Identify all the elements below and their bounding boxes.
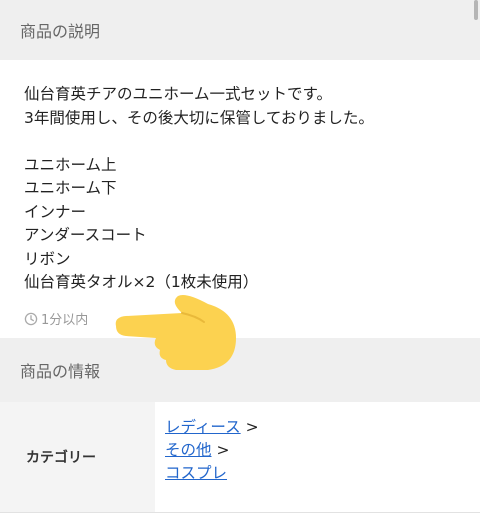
clock-icon xyxy=(24,312,38,326)
description-section-title: 商品の説明 xyxy=(20,22,101,41)
description-line: 3年間使用し、その後大切に保管しておりました。 xyxy=(24,108,374,127)
posted-time-label: 1分以内 xyxy=(41,313,89,328)
category-row: レディース > xyxy=(165,416,480,439)
description-line xyxy=(24,130,456,154)
section-header-info: 商品の情報 xyxy=(0,338,480,402)
info-row-category: カテゴリー レディース > その他 > コスプレ xyxy=(0,402,480,512)
category-row: その他 > xyxy=(165,439,480,462)
description-line: リボン xyxy=(24,249,71,268)
description-line: ユニホーム下 xyxy=(24,179,117,197)
posted-time: 1分以内 xyxy=(24,309,88,328)
category-row: コスプレ xyxy=(165,462,480,485)
category-label-text: カテゴリー xyxy=(26,450,96,466)
category-link-cosplay[interactable]: コスプレ xyxy=(165,464,227,482)
scrollbar[interactable] xyxy=(474,0,478,20)
section-header-description: 商品の説明 xyxy=(0,0,480,60)
description-body: 仙台育英チアのユニホーム一式セットです。 3年間使用し、その後大切に保管しており… xyxy=(0,60,480,338)
breadcrumb-separator: > xyxy=(216,441,230,459)
category-label: カテゴリー xyxy=(0,402,155,512)
category-link-other[interactable]: その他 xyxy=(165,441,212,459)
info-section-title: 商品の情報 xyxy=(20,362,101,381)
pointing-hand-emoji xyxy=(112,290,240,374)
description-line: ユニホーム上 xyxy=(24,155,117,174)
description-line: 仙台育英タオル×2（1枚未使用） xyxy=(24,273,259,291)
category-link-ladies[interactable]: レディース xyxy=(165,418,241,436)
description-line: アンダースコート xyxy=(24,226,147,244)
description-text: 仙台育英チアのユニホーム一式セットです。 3年間使用し、その後大切に保管しており… xyxy=(24,83,456,295)
description-line: 仙台育英チアのユニホーム一式セットです。 xyxy=(24,85,332,103)
category-value: レディース > その他 > コスプレ xyxy=(155,402,480,512)
breadcrumb-separator: > xyxy=(245,418,259,436)
description-line: インナー xyxy=(24,202,87,221)
